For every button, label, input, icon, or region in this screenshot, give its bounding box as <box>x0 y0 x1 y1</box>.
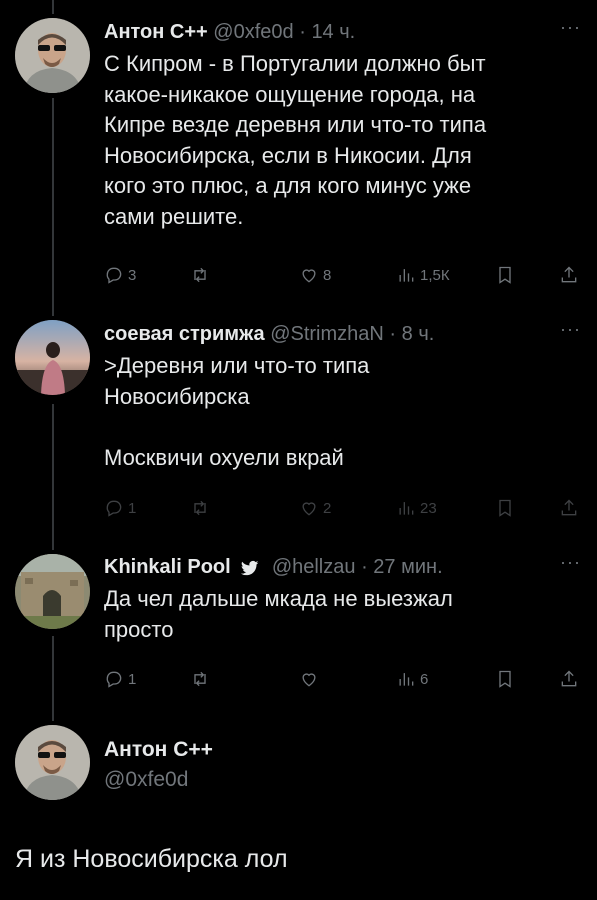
reply-icon <box>106 671 122 688</box>
action-bar: 1 6 <box>104 667 585 691</box>
reply-count: 1 <box>128 499 137 517</box>
share-button[interactable] <box>559 667 579 691</box>
like-button[interactable]: 2 <box>299 496 331 520</box>
avatar[interactable] <box>15 18 90 93</box>
bookmark-icon <box>499 266 511 284</box>
like-icon <box>302 673 316 687</box>
more-icon[interactable]: ··· <box>560 552 581 573</box>
thread-line <box>52 404 54 550</box>
like-count: 8 <box>323 266 332 284</box>
reply-icon <box>106 267 122 284</box>
main-tweet-author[interactable]: Антон С++ @0xfe0d <box>104 738 585 792</box>
thread-line <box>52 0 54 14</box>
share-button[interactable] <box>559 263 579 287</box>
share-button[interactable] <box>559 496 579 520</box>
thread-line <box>52 98 54 316</box>
share-icon <box>561 670 577 687</box>
reply-button[interactable]: 1 <box>104 496 136 520</box>
author-handle[interactable]: @StrimzhaN <box>270 323 384 345</box>
views-icon <box>399 269 414 282</box>
author-name[interactable]: Антон С++ <box>104 738 585 762</box>
retweet-button[interactable] <box>190 496 214 520</box>
like-icon <box>302 502 316 516</box>
tweet-header: Антон С++ @0xfe0d · 14 ч. <box>104 19 585 45</box>
bookmark-button[interactable] <box>495 667 515 691</box>
verified-icon <box>241 560 259 575</box>
views-count: 6 <box>420 670 429 688</box>
author-handle[interactable]: @0xfe0d <box>104 768 585 792</box>
timestamp[interactable]: 8 ч. <box>402 323 435 345</box>
more-icon[interactable]: ··· <box>560 319 581 340</box>
retweet-button[interactable] <box>190 263 214 287</box>
thread-line <box>52 636 54 721</box>
bookmark-button[interactable] <box>495 263 515 287</box>
more-icon[interactable]: ··· <box>560 17 581 38</box>
reply-count: 3 <box>128 266 137 284</box>
views-icon <box>399 502 414 515</box>
like-count: 2 <box>323 499 332 517</box>
reply-count: 1 <box>128 670 137 688</box>
tweet-text: Да чел дальше мкада не выезжал просто <box>104 586 453 642</box>
bookmark-icon <box>499 670 511 688</box>
author-name[interactable]: Khinkali Pool <box>104 556 231 578</box>
tweet-header: Khinkali Pool @hellzau · 27 мин. <box>104 554 585 580</box>
tweet[interactable]: соевая стримжа @StrimzhaN · 8 ч. ··· >Де… <box>104 319 585 517</box>
avatar[interactable] <box>15 725 90 800</box>
bookmark-icon <box>499 499 511 517</box>
author-handle[interactable]: @0xfe0d <box>213 21 293 43</box>
separator: · <box>299 21 306 43</box>
views-button[interactable]: 23 <box>396 496 437 520</box>
avatar[interactable] <box>15 554 90 629</box>
retweet-icon <box>194 671 206 687</box>
tweet-header: соевая стримжа @StrimzhaN · 8 ч. <box>104 321 585 347</box>
author-name[interactable]: соевая стримжа <box>104 323 265 345</box>
timestamp[interactable]: 27 мин. <box>373 556 442 578</box>
author-name[interactable]: Антон С++ <box>104 21 208 43</box>
action-bar: 3 8 1,5К <box>104 263 585 287</box>
views-button[interactable]: 6 <box>396 667 428 691</box>
like-button[interactable] <box>299 667 323 691</box>
author-handle[interactable]: @hellzau <box>272 556 356 578</box>
separator: · <box>361 556 368 578</box>
retweet-icon <box>194 267 206 283</box>
views-icon <box>399 673 414 686</box>
share-icon <box>561 266 577 283</box>
bookmark-button[interactable] <box>495 496 515 520</box>
tweet[interactable]: Khinkali Pool @hellzau · 27 мин. ··· Да … <box>104 552 585 688</box>
share-icon <box>561 499 577 516</box>
tweet[interactable]: Антон С++ @0xfe0d · 14 ч. ··· С Кипром -… <box>104 17 585 284</box>
action-bar: 1 2 23 <box>104 496 585 520</box>
main-tweet-text: Я из Новосибирска лол <box>15 845 288 873</box>
reply-button[interactable]: 3 <box>104 263 136 287</box>
timestamp[interactable]: 14 ч. <box>311 21 355 43</box>
separator: · <box>389 323 397 345</box>
reply-icon <box>106 500 122 517</box>
like-icon <box>302 269 316 283</box>
tweet-text: С Кипром - в Португалии должно быт какое… <box>104 51 487 229</box>
views-count: 1,5К <box>420 266 450 284</box>
retweet-icon <box>194 500 206 516</box>
like-button[interactable]: 8 <box>299 263 331 287</box>
views-button[interactable]: 1,5К <box>396 263 450 287</box>
retweet-button[interactable] <box>190 667 214 691</box>
tweet-text: >Деревня или что-то типа Новосибирска Мо… <box>104 353 370 470</box>
reply-button[interactable]: 1 <box>104 667 136 691</box>
avatar[interactable] <box>15 320 90 395</box>
views-count: 23 <box>420 499 437 517</box>
